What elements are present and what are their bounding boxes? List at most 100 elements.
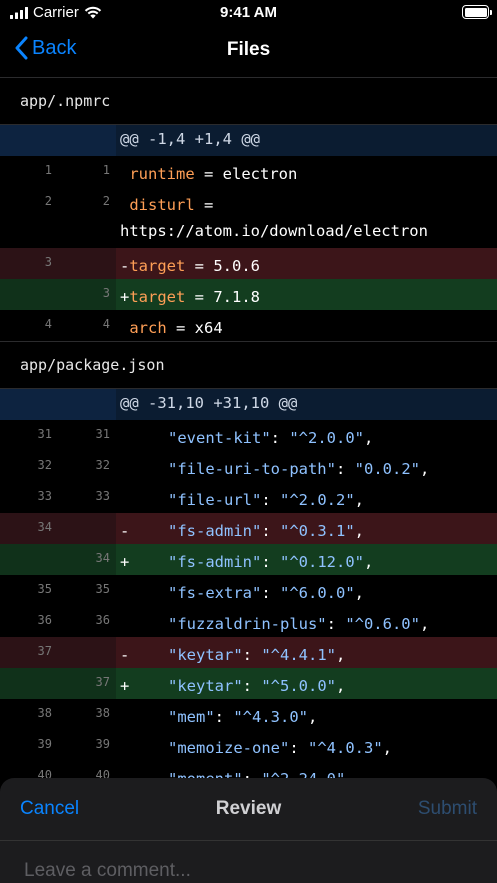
diff-prefix — [120, 611, 168, 637]
code-value: "^4.3.0" — [233, 708, 308, 726]
diff-prefix — [120, 487, 168, 513]
new-line-number: 3 — [102, 286, 110, 300]
code: "event-kit": "^2.0.0", — [116, 420, 497, 451]
hunk-range: @@ -1,4 +1,4 @@ — [116, 125, 497, 156]
code-key: "file-uri-to-path" — [168, 460, 336, 478]
diff-line-context[interactable]: 33 33 "file-url": "^2.0.2", — [0, 482, 497, 513]
code-key: "fuzzaldrin-plus" — [168, 615, 327, 633]
code: disturl = https://atom.io/download/elect… — [120, 196, 428, 240]
diff-line-context[interactable]: 32 32 "file-uri-to-path": "0.0.2", — [0, 451, 497, 482]
code: "memoize-one": "^4.0.3", — [116, 730, 497, 761]
file-name[interactable]: app/package.json — [0, 342, 497, 389]
diff-prefix: + — [120, 677, 130, 695]
code-key: disturl — [129, 196, 195, 214]
old-line-number: 34 — [37, 520, 52, 534]
diff-line-addition[interactable]: 3 +target = 7.1.8 — [0, 279, 497, 310]
status-bar: Carrier 9:41 AM — [0, 0, 497, 26]
new-line-number: 36 — [95, 613, 110, 627]
new-line-number: 2 — [102, 194, 110, 208]
code-value: 5.0.6 — [213, 257, 261, 275]
code: +target = 7.1.8 — [116, 279, 497, 310]
code: + "keytar": "^5.0.0", — [116, 668, 497, 699]
diff-list[interactable]: app/.npmrc @@ -1,4 +1,4 @@ 1 1 runtime =… — [0, 78, 497, 778]
old-line-number: 3 — [44, 255, 52, 269]
diff-line-context[interactable]: 31 31 "event-kit": "^2.0.0", — [0, 420, 497, 451]
new-line-number: 35 — [95, 582, 110, 596]
code: "fs-extra": "^6.0.0", — [116, 575, 497, 606]
diff-line-context[interactable]: 2 2 disturl = https://atom.io/download/e… — [0, 187, 497, 248]
diff-line-context[interactable]: 36 36 "fuzzaldrin-plus": "^0.6.0", — [0, 606, 497, 637]
old-line-number: 1 — [44, 163, 52, 177]
old-line-number: 38 — [37, 706, 52, 720]
comment-input[interactable] — [24, 858, 474, 883]
diff-line-addition[interactable]: 37 + "keytar": "^5.0.0", — [0, 668, 497, 699]
code: "mem": "^4.3.0", — [116, 699, 497, 730]
diff-prefix: - — [120, 522, 130, 540]
file-name[interactable]: app/.npmrc — [0, 78, 497, 125]
new-line-number — [58, 513, 116, 544]
old-line-number: 35 — [37, 582, 52, 596]
diff-line-addition[interactable]: 34 + "fs-admin": "^0.12.0", — [0, 544, 497, 575]
diff-line-context[interactable]: 40 40 "moment": "^2.24.0", — [0, 761, 497, 778]
diff-line-context[interactable]: 1 1 runtime = electron — [0, 156, 497, 187]
diff-line-context[interactable]: 39 39 "memoize-one": "^4.0.3", — [0, 730, 497, 761]
new-line-number: 39 — [95, 737, 110, 751]
diff-prefix — [120, 580, 168, 606]
old-line-number — [0, 668, 58, 699]
code-value: "^0.12.0" — [280, 553, 364, 571]
submit-button[interactable]: Submit — [418, 798, 477, 820]
file-diff: app/package.json @@ -31,10 +31,10 @@ 31 3… — [0, 342, 497, 778]
code: "moment": "^2.24.0", — [116, 761, 497, 778]
old-line-number: 39 — [37, 737, 52, 751]
code: "fuzzaldrin-plus": "^0.6.0", — [116, 606, 497, 637]
code-value: "0.0.2" — [354, 460, 420, 478]
diff-line-context[interactable]: 4 4 arch = x64 — [0, 310, 497, 342]
code: - "keytar": "^4.4.1", — [116, 637, 497, 668]
status-time: 9:41 AM — [220, 4, 277, 21]
review-sheet: Cancel Review Submit — [0, 778, 497, 883]
code-value: "^0.6.0" — [345, 615, 420, 633]
diff-line-deletion[interactable]: 37- "keytar": "^4.4.1", — [0, 637, 497, 668]
diff-prefix — [120, 425, 168, 451]
old-line-number — [0, 544, 58, 575]
diff-line-context[interactable]: 35 35 "fs-extra": "^6.0.0", — [0, 575, 497, 606]
old-line-number — [0, 279, 58, 310]
diff-line-deletion[interactable]: 34- "fs-admin": "^0.3.1", — [0, 513, 497, 544]
old-line-number: 40 — [37, 768, 52, 778]
new-line-number: 33 — [95, 489, 110, 503]
old-line-number: 33 — [37, 489, 52, 503]
code-key: "mem" — [168, 708, 215, 726]
code: -target = 5.0.6 — [116, 248, 497, 279]
code: arch = x64 — [129, 319, 223, 337]
diff-lines: 31 31 "event-kit": "^2.0.0", 32 32 "file-ur… — [0, 420, 497, 778]
code-value: x64 — [194, 319, 223, 337]
code-key: "fs-admin" — [168, 522, 262, 540]
new-line-number: 32 — [95, 458, 110, 472]
code-value: "^2.24.0" — [261, 770, 345, 778]
code-key: "moment" — [168, 770, 243, 778]
old-line-number: 36 — [37, 613, 52, 627]
page-title: Files — [226, 39, 271, 60]
diff-line-context[interactable]: 38 38 "mem": "^4.3.0", — [0, 699, 497, 730]
battery-icon — [462, 5, 492, 19]
file-diff: app/.npmrc @@ -1,4 +1,4 @@ 1 1 runtime =… — [0, 78, 497, 342]
code-value: "^6.0.0" — [280, 584, 355, 602]
code: "file-uri-to-path": "0.0.2", — [116, 451, 497, 482]
code-value: "^2.0.0" — [289, 429, 364, 447]
diff-prefix — [120, 456, 168, 482]
code-key: "event-kit" — [168, 429, 271, 447]
diff-prefix — [120, 704, 168, 730]
old-line-number: 2 — [44, 194, 52, 208]
diff-line-deletion[interactable]: 3 -target = 5.0.6 — [0, 248, 497, 279]
code-key: "file-url" — [168, 491, 262, 509]
hunk-header: @@ -1,4 +1,4 @@ — [0, 125, 497, 156]
code-key: "keytar" — [168, 677, 243, 695]
code-value: "^0.3.1" — [280, 522, 355, 540]
code-value: "^2.0.2" — [280, 491, 355, 509]
code-key: target — [129, 288, 186, 306]
code-key: target — [129, 257, 186, 275]
navigation-bar: Back Files — [0, 26, 497, 78]
code-value: 7.1.8 — [213, 288, 261, 306]
new-line-number — [58, 637, 116, 668]
old-line-number: 4 — [44, 317, 52, 331]
